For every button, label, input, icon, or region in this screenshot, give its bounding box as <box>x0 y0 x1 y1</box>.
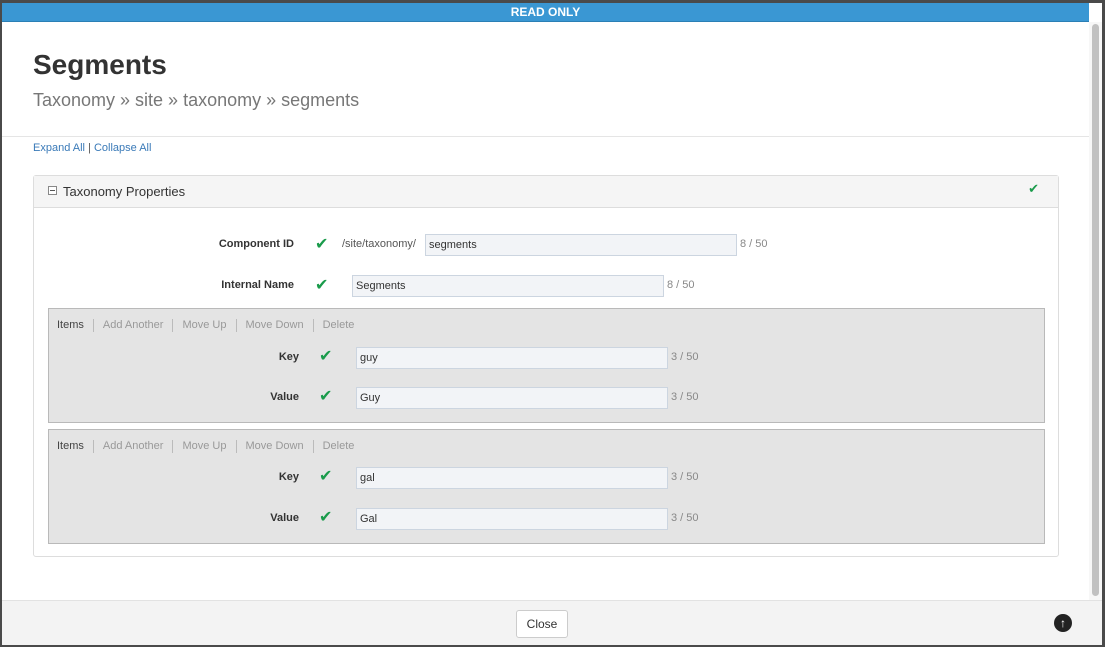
read-only-banner: READ ONLY <box>2 3 1089 22</box>
scrollbar-thumb[interactable] <box>1092 24 1099 596</box>
move-down-button[interactable]: Move Down <box>235 440 313 453</box>
key-label: Key <box>278 471 299 483</box>
expand-all-link[interactable]: Expand All <box>33 142 85 154</box>
char-count: 3 / 50 <box>671 351 699 363</box>
check-icon: ✔ <box>319 348 333 365</box>
add-another-button[interactable]: Add Another <box>92 440 173 453</box>
add-another-button[interactable]: Add Another <box>92 319 173 332</box>
value-field[interactable]: Guy <box>356 387 668 409</box>
component-id-label: Component ID <box>218 238 294 250</box>
collapse-icon[interactable] <box>48 186 57 195</box>
value-field[interactable]: Gal <box>356 508 668 530</box>
check-icon: ✔ <box>319 388 333 405</box>
move-up-button[interactable]: Move Up <box>172 440 235 453</box>
component-id-prefix: /site/taxonomy/ <box>342 238 416 250</box>
panel-header[interactable]: Taxonomy Properties ✔ <box>34 176 1058 208</box>
key-label: Key <box>278 351 299 363</box>
check-icon: ✔ <box>319 509 333 526</box>
check-icon: ✔ <box>315 277 329 294</box>
component-id-field[interactable]: segments <box>425 234 737 256</box>
check-icon: ✔ <box>1028 181 1039 196</box>
panel-title: Taxonomy Properties <box>63 184 186 199</box>
read-only-modal: READ ONLY Segments Taxonomy » site » tax… <box>2 3 1102 645</box>
taxonomy-properties-panel: Taxonomy Properties ✔ Component ID ✔ /si… <box>33 175 1059 557</box>
component-id-row: Component ID ✔ /site/taxonomy/ segments … <box>34 234 1034 256</box>
item-toolbar: Items Add Another Move Up Move Down Dele… <box>57 319 363 332</box>
collapse-all-link[interactable]: Collapse All <box>94 142 151 154</box>
char-count: 8 / 50 <box>667 279 695 291</box>
close-button[interactable]: Close <box>516 610 568 638</box>
delete-button[interactable]: Delete <box>312 440 364 453</box>
check-icon: ✔ <box>315 236 329 253</box>
move-up-button[interactable]: Move Up <box>172 319 235 332</box>
internal-name-label: Internal Name <box>221 279 294 291</box>
char-count: 8 / 50 <box>740 238 768 250</box>
links-separator: | <box>88 142 91 154</box>
modal-footer: Close ↑ <box>2 600 1102 645</box>
scrollbar[interactable] <box>1089 22 1102 600</box>
arrow-up-circle-icon[interactable]: ↑ <box>1054 614 1072 632</box>
char-count: 3 / 50 <box>671 512 699 524</box>
expand-collapse-links: Expand All | Collapse All <box>33 142 151 154</box>
char-count: 3 / 50 <box>671 391 699 403</box>
internal-name-field[interactable]: Segments <box>352 275 664 297</box>
move-down-button[interactable]: Move Down <box>235 319 313 332</box>
item-group: Items Add Another Move Up Move Down Dele… <box>48 429 1045 544</box>
value-label: Value <box>270 391 299 403</box>
check-icon: ✔ <box>319 468 333 485</box>
delete-button[interactable]: Delete <box>312 319 364 332</box>
items-label: Items <box>57 319 84 331</box>
page-title: Segments <box>33 49 167 80</box>
key-field[interactable]: gal <box>356 467 668 489</box>
items-label: Items <box>57 440 84 452</box>
char-count: 3 / 50 <box>671 471 699 483</box>
item-group: Items Add Another Move Up Move Down Dele… <box>48 308 1045 423</box>
internal-name-row: Internal Name ✔ Segments 8 / 50 <box>34 275 1034 297</box>
key-field[interactable]: guy <box>356 347 668 369</box>
value-label: Value <box>270 512 299 524</box>
item-toolbar: Items Add Another Move Up Move Down Dele… <box>57 440 363 453</box>
breadcrumb: Taxonomy » site » taxonomy » segments <box>33 90 360 110</box>
divider <box>2 136 1089 137</box>
